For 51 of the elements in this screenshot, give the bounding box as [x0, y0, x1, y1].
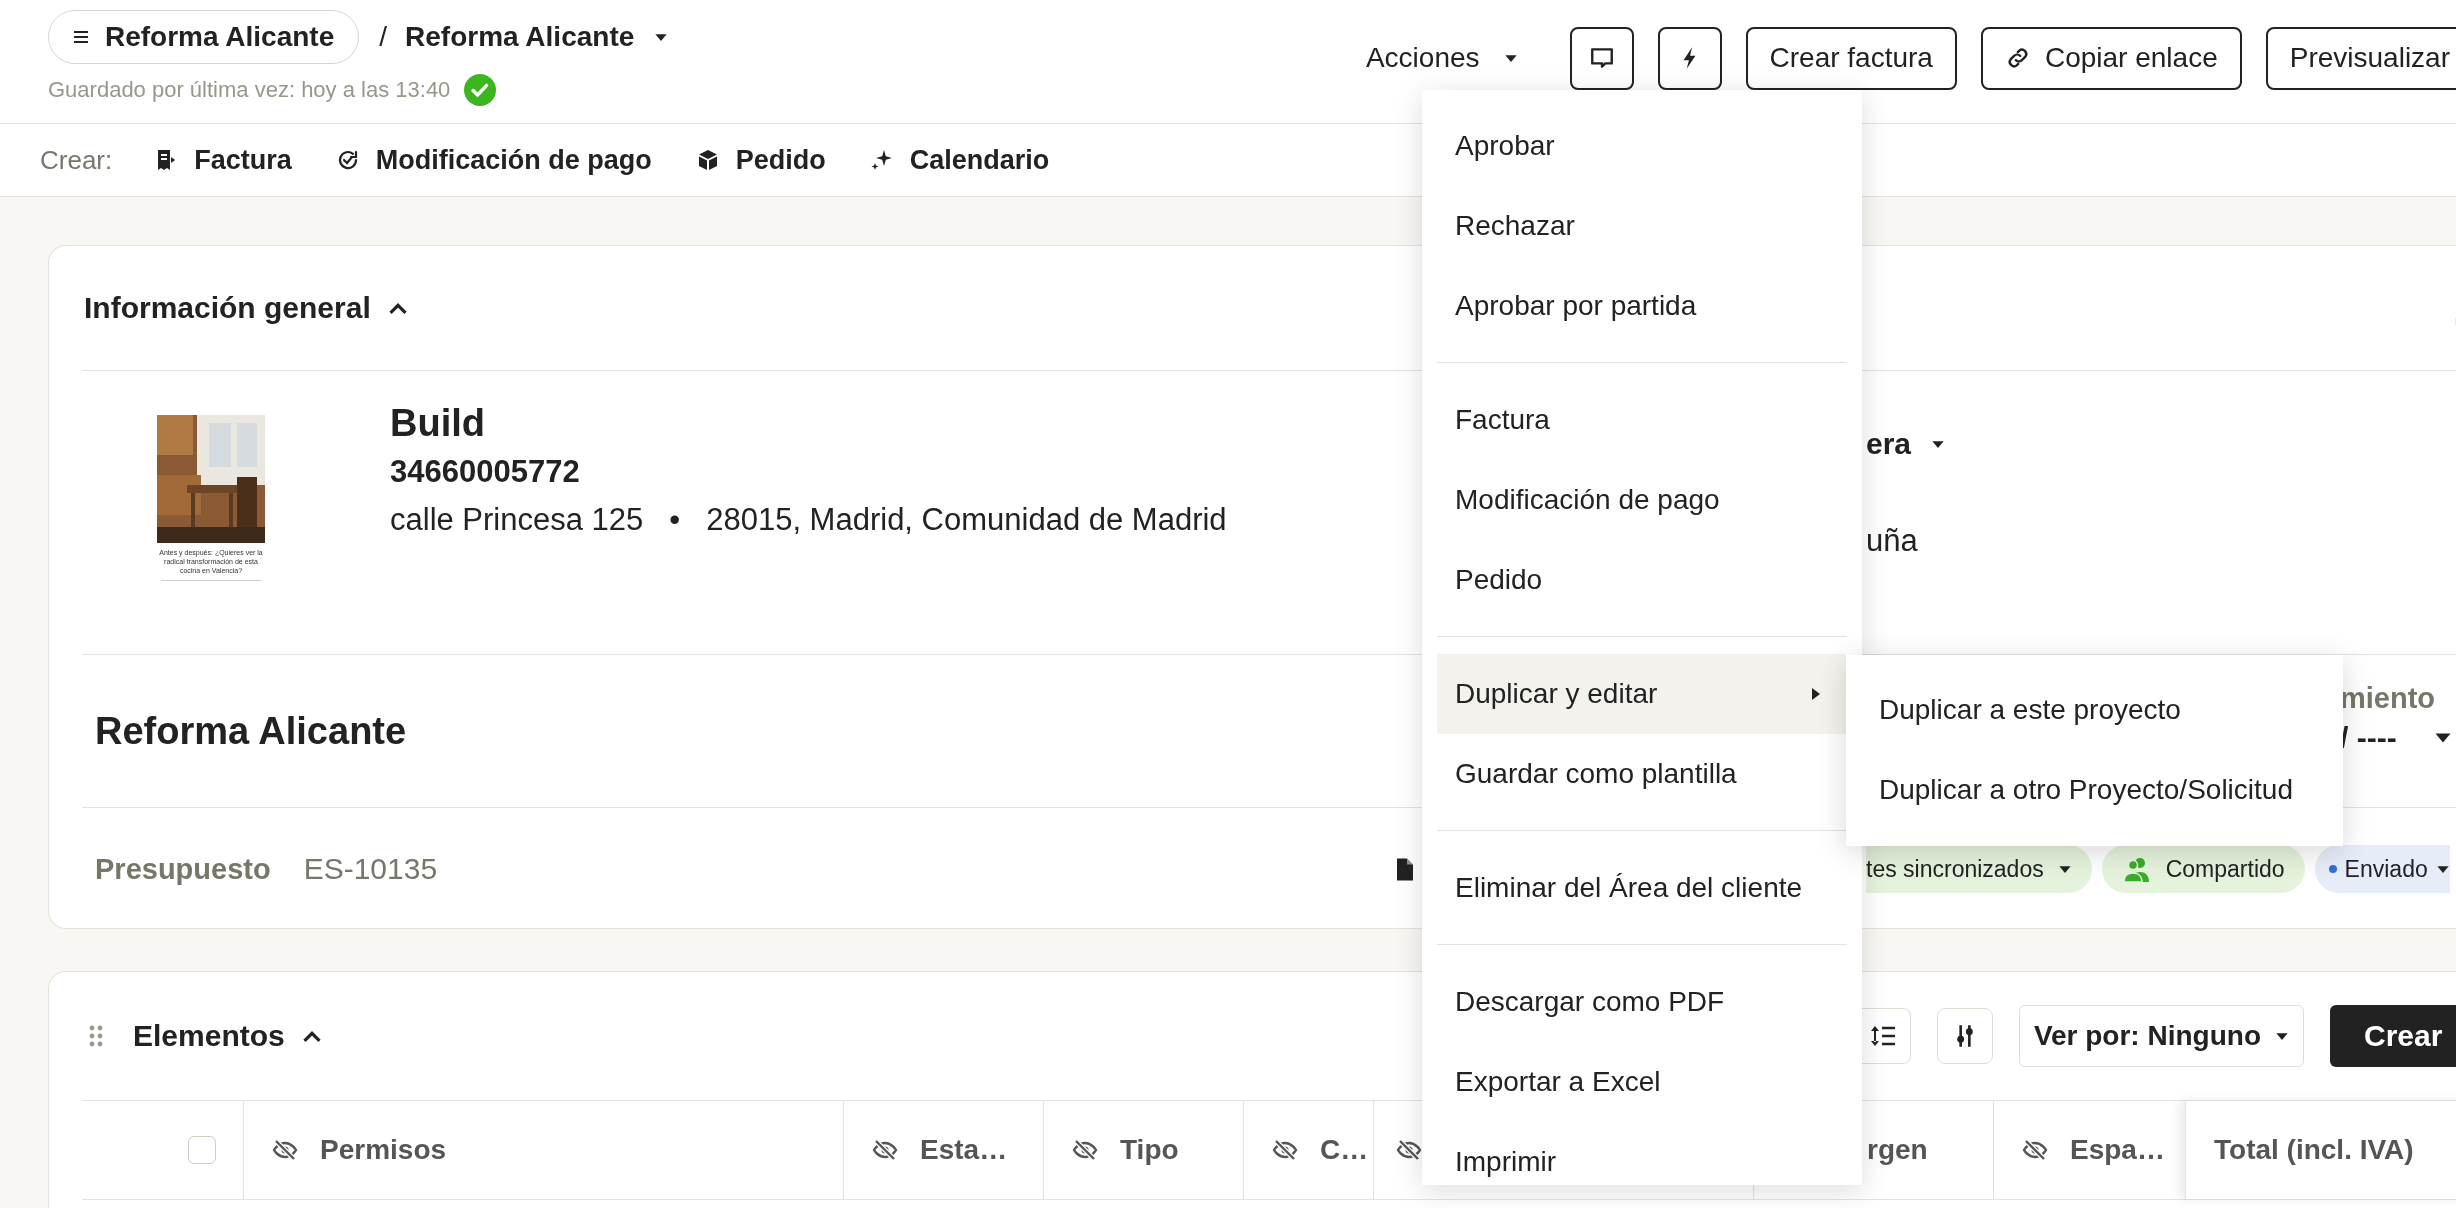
column-header[interactable]: Total (incl. IVA) [2214, 1134, 2414, 1166]
project-name: Reforma Alicante [95, 710, 407, 754]
client-phone: 34660005772 [390, 453, 581, 491]
view-by-dropdown[interactable]: Ver por: Ninguno [2018, 1005, 2304, 1067]
menu-item[interactable]: Factura [1422, 380, 1846, 460]
section-title: Información general [84, 291, 371, 325]
menu-item[interactable]: Exportar a Excel [1422, 1042, 1846, 1122]
menu-item[interactable]: Duplicar a otro Proyecto/Solicitud [1846, 750, 2343, 830]
field-value: uña [1866, 523, 1919, 559]
client-address: calle Princesa 125 [390, 501, 644, 539]
menu-item[interactable]: Rechazar [1422, 186, 1846, 266]
menu-item[interactable]: Duplicar y editar [1437, 654, 1846, 734]
column-header[interactable]: Permisos [320, 1134, 447, 1166]
create-item[interactable]: Pedido [695, 144, 826, 176]
copy-link-button[interactable]: Copiar enlace [1980, 26, 2242, 90]
field-label: miento [2340, 682, 2437, 715]
status-chip[interactable]: Enviado [2314, 845, 2450, 893]
menu-item[interactable]: Modificación de pago [1422, 460, 1846, 540]
create-item[interactable]: Factura [154, 144, 292, 176]
header-button[interactable]: Crear factura [1745, 26, 1957, 90]
menu-item[interactable]: Pedido [1422, 540, 1846, 620]
menu-item[interactable]: Aprobar [1422, 106, 1846, 186]
breadcrumb-separator: / [379, 21, 388, 53]
column-header[interactable]: rgen [1867, 1134, 1928, 1166]
saved-status-text: Guardado por última vez: hoy a las 13:40 [48, 77, 451, 103]
column-header[interactable]: Esta… [920, 1134, 1008, 1166]
column-header[interactable]: Tipo [1120, 1134, 1179, 1166]
column-header[interactable]: Espa… [2070, 1134, 2165, 1166]
create-button[interactable]: Crear [2330, 1005, 2456, 1067]
document-number: ES-10135 [303, 852, 438, 886]
menu-item[interactable]: Imprimir [1422, 1122, 1846, 1185]
field-value: era [1866, 427, 1912, 461]
document-type: Presupuesto [95, 852, 271, 886]
document-dropdown[interactable]: Reforma Alicante [405, 21, 669, 53]
menu-item[interactable]: Guardar como plantilla [1422, 734, 1846, 814]
menu-item[interactable]: Descargar como PDF [1422, 962, 1846, 1042]
create-item[interactable]: Modificación de pago [335, 144, 652, 176]
column-header[interactable]: C… [1320, 1134, 1369, 1166]
client-city: 28015, Madrid, Comunidad de Madrid [706, 501, 1227, 539]
menu-item[interactable]: Aprobar por partida [1422, 266, 1846, 346]
client-name: Build [390, 401, 486, 446]
shared-chip[interactable]: Compartido [2101, 845, 2305, 893]
menu-item[interactable]: Duplicar a este proyecto [1846, 670, 2343, 750]
sync-status-chip[interactable]: tes sincronizados [1866, 845, 2092, 893]
bullet-separator: • [669, 501, 681, 539]
menu-item[interactable]: Eliminar del Área del cliente [1422, 848, 1846, 928]
create-label: Crear: [40, 144, 113, 176]
header-button[interactable]: Previsualizar [2265, 26, 2456, 90]
actions-dropdown[interactable]: Acciones [1365, 42, 1518, 74]
section-title: Elementos [133, 1019, 285, 1053]
create-item[interactable]: Calendario [869, 144, 1050, 176]
